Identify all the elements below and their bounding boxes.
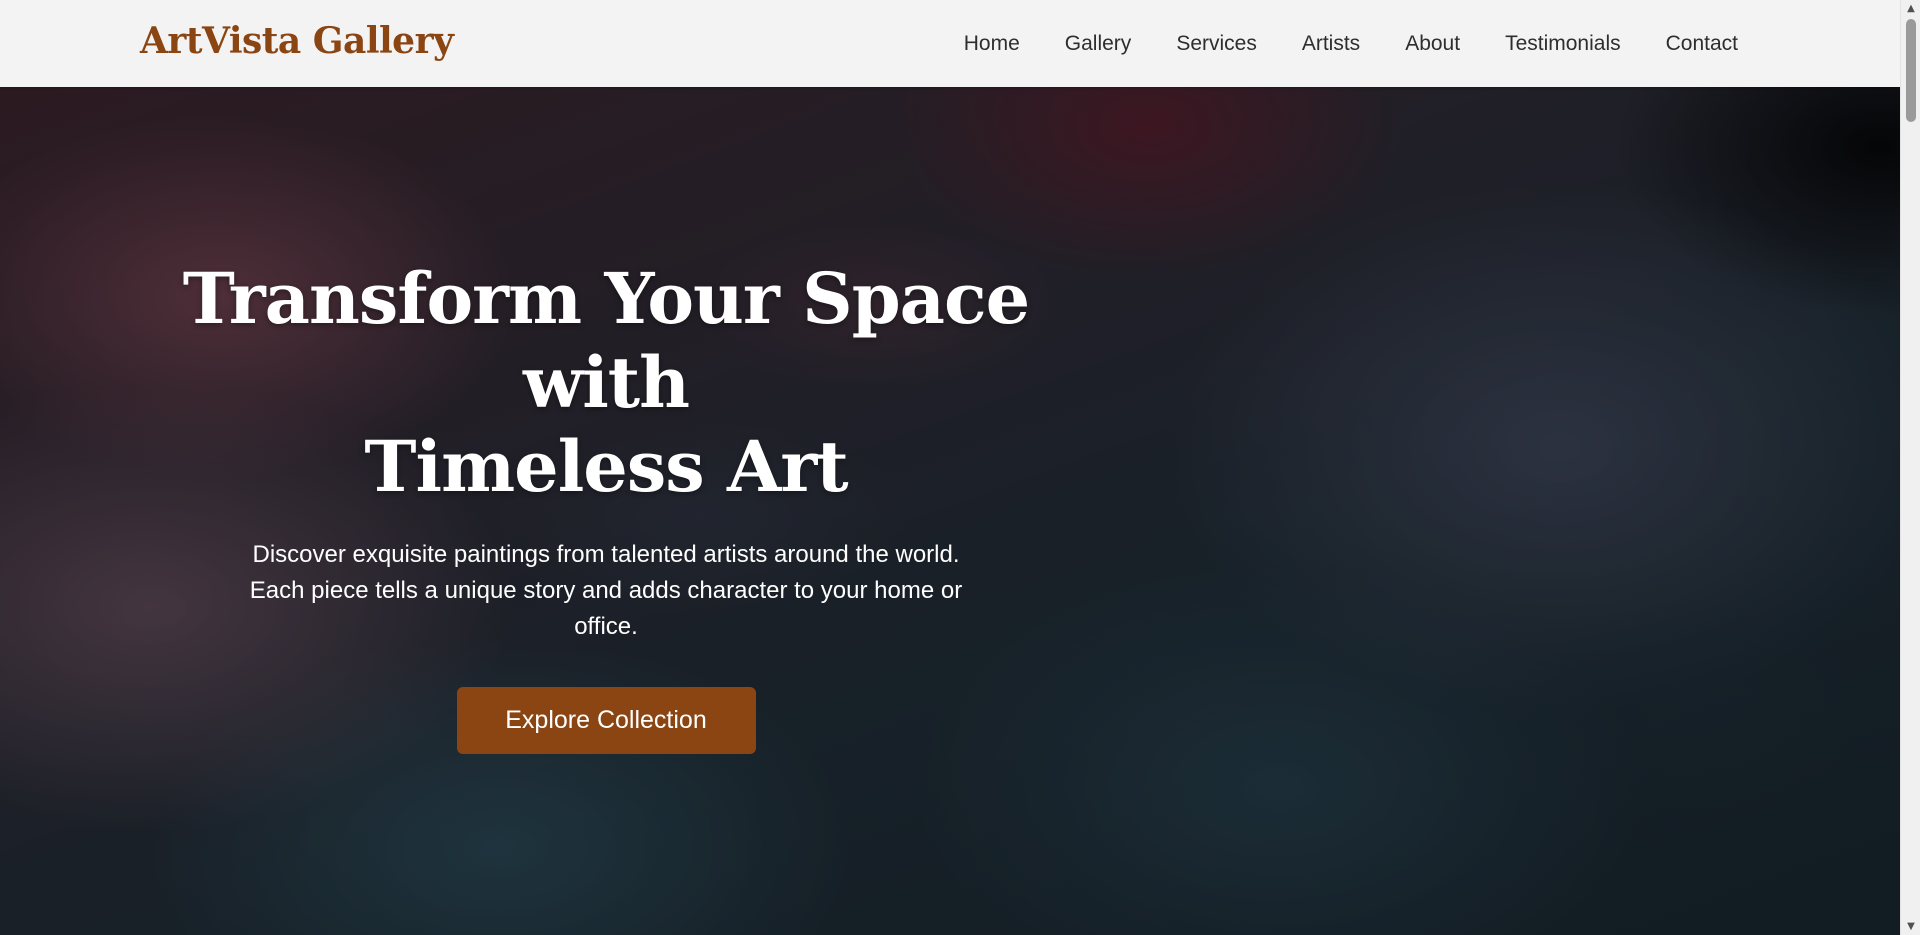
nav-link-testimonials[interactable]: Testimonials <box>1505 32 1621 56</box>
page: ArtVista Gallery Home Gallery Services A… <box>0 0 1920 935</box>
site-logo[interactable]: ArtVista Gallery <box>140 20 454 62</box>
hero-section: Transform Your Space with Timeless Art D… <box>0 87 1900 935</box>
nav-link-services[interactable]: Services <box>1176 32 1257 56</box>
main-nav: Home Gallery Services Artists About Test… <box>964 0 1738 87</box>
hero-title: Transform Your Space with Timeless Art <box>120 257 1092 509</box>
nav-link-gallery[interactable]: Gallery <box>1065 32 1132 56</box>
triangle-down-icon[interactable]: ▼ <box>1901 918 1920 935</box>
explore-collection-button[interactable]: Explore Collection <box>456 687 756 754</box>
hero-title-line-2: Timeless Art <box>364 425 848 508</box>
nav-link-contact[interactable]: Contact <box>1666 32 1738 56</box>
vertical-scrollbar[interactable]: ▲ ▼ <box>1900 0 1920 935</box>
triangle-up-icon[interactable]: ▲ <box>1901 0 1920 17</box>
nav-link-home[interactable]: Home <box>964 32 1020 56</box>
scroll-thumb[interactable] <box>1906 19 1916 122</box>
hero-content: Transform Your Space with Timeless Art D… <box>120 257 1092 754</box>
hero-subtitle: Discover exquisite paintings from talent… <box>249 541 963 640</box>
nav-link-about[interactable]: About <box>1405 32 1460 56</box>
nav-link-artists[interactable]: Artists <box>1302 32 1360 56</box>
hero-title-line-1: Transform Your Space with <box>182 257 1030 424</box>
navbar: ArtVista Gallery Home Gallery Services A… <box>0 0 1900 87</box>
